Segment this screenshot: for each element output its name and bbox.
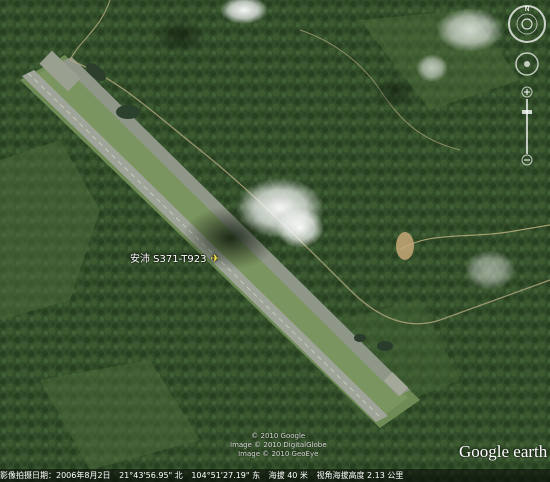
elevation-readout: 海拔 40 米 — [268, 471, 308, 480]
cloud — [276, 208, 324, 248]
copyright-line: © 2010 Google — [251, 432, 306, 440]
cloud — [416, 54, 448, 82]
zoom-in-button[interactable] — [521, 86, 533, 98]
map-viewport[interactable]: 安沛 S371-T923 ✈ © 2010 Google Image © 2010… — [0, 0, 550, 482]
pond — [116, 105, 140, 119]
status-bar: 影像拍摄日期：2006年8月2日 21°43'56.95" 北 104°51'2… — [0, 469, 550, 482]
imagery-copyright: © 2010 Google Image © 2010 DigitalGlobe … — [230, 432, 327, 459]
zoom-slider[interactable] — [522, 99, 532, 154]
bare-earth — [396, 232, 414, 260]
north-indicator: N — [524, 5, 529, 13]
eye-altitude-readout: 视角海拔高度 2.13 公里 — [316, 471, 404, 480]
placemark-label: 安沛 S371-T923 — [130, 254, 207, 265]
copyright-line: Image © 2010 GeoEye — [238, 450, 319, 458]
airplane-icon: ✈ — [210, 252, 220, 265]
cloud-shadow — [373, 76, 417, 108]
move-joystick[interactable] — [515, 52, 539, 76]
latitude-readout: 21°43'56.95" 北 — [119, 471, 183, 480]
pond — [377, 341, 393, 351]
copyright-line: Image © 2010 DigitalGlobe — [230, 441, 327, 449]
zoom-out-button[interactable] — [521, 154, 533, 166]
satellite-imagery — [0, 0, 550, 482]
navigation-controls[interactable]: N — [505, 2, 549, 222]
google-earth-logo: Google earth — [459, 442, 548, 461]
longitude-readout: 104°51'27.19" 东 — [191, 471, 261, 480]
imagery-date: 影像拍摄日期：2006年8月2日 — [0, 471, 111, 480]
look-joystick[interactable] — [521, 18, 533, 30]
cloud-shadow — [154, 18, 206, 54]
cloud — [464, 250, 516, 290]
cloud — [436, 8, 504, 52]
pond — [354, 334, 366, 342]
placemark[interactable]: 安沛 S371-T923 ✈ — [130, 250, 220, 265]
